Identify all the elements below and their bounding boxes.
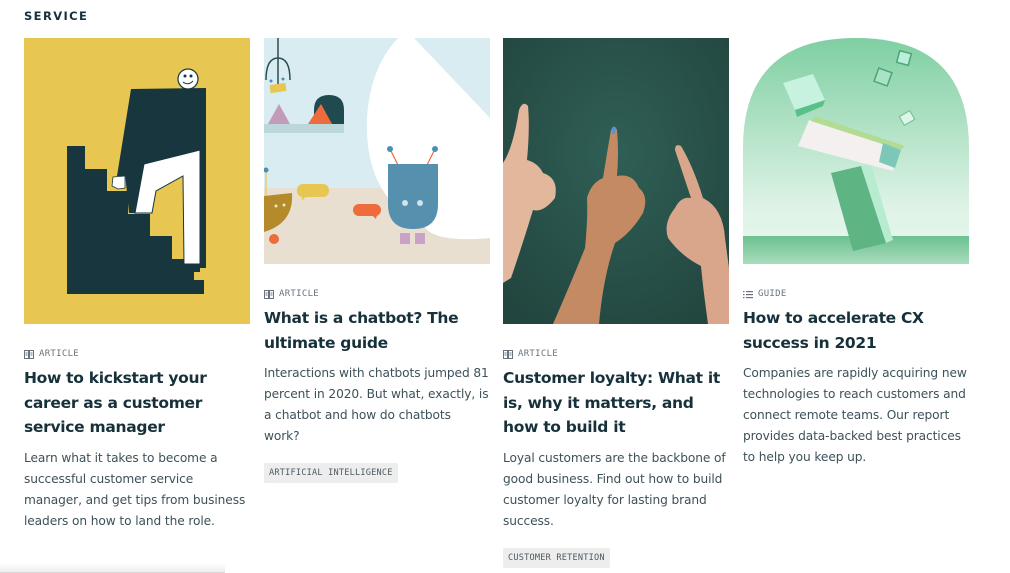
list-icon bbox=[743, 290, 753, 298]
card-type-label: ARTICLE bbox=[518, 349, 559, 359]
article-card[interactable]: ARTICLE What is a chatbot? The ultimate … bbox=[264, 38, 490, 483]
card-image-chatbot[interactable] bbox=[264, 38, 490, 264]
card-type-label: ARTICLE bbox=[39, 349, 80, 359]
card-description: Companies are rapidly acquiring new tech… bbox=[743, 366, 967, 464]
card-image-stairs[interactable] bbox=[24, 38, 250, 324]
card-description: Loyal customers are the backbone of good… bbox=[503, 450, 726, 528]
card-title[interactable]: How to accelerate CX success in 2021 bbox=[743, 306, 969, 355]
card-type: ARTICLE bbox=[503, 348, 729, 360]
card-image-hands[interactable] bbox=[503, 38, 729, 324]
card-type: ARTICLE bbox=[264, 288, 490, 300]
card-type-label: ARTICLE bbox=[279, 289, 320, 299]
card-title[interactable]: How to kickstart your career as a custom… bbox=[24, 366, 250, 440]
section-title: SERVICE bbox=[24, 9, 89, 23]
card-image-blocks[interactable] bbox=[743, 38, 969, 264]
guide-card[interactable]: GUIDE How to accelerate CX success in 20… bbox=[743, 38, 969, 468]
card-description: Learn what it takes to become a successf… bbox=[24, 450, 246, 528]
card-title[interactable]: What is a chatbot? The ultimate guide bbox=[264, 306, 490, 355]
book-icon bbox=[24, 349, 34, 359]
card-type: ARTICLE bbox=[24, 348, 250, 360]
card-description: Interactions with chatbots jumped 81 per… bbox=[264, 366, 489, 443]
card-type: GUIDE bbox=[743, 288, 969, 300]
article-card[interactable]: ARTICLE Customer loyalty: What it is, wh… bbox=[503, 38, 729, 568]
card-tag[interactable]: ARTIFICIAL INTELLIGENCE bbox=[264, 463, 398, 483]
article-card[interactable]: ARTICLE How to kickstart your career as … bbox=[24, 38, 250, 532]
card-type-label: GUIDE bbox=[758, 289, 787, 299]
card-tag[interactable]: CUSTOMER RETENTION bbox=[503, 547, 610, 568]
bottom-shadow-divider bbox=[0, 563, 225, 573]
book-icon bbox=[264, 289, 274, 299]
card-title[interactable]: Customer loyalty: What it is, why it mat… bbox=[503, 366, 729, 440]
book-icon bbox=[503, 349, 513, 359]
